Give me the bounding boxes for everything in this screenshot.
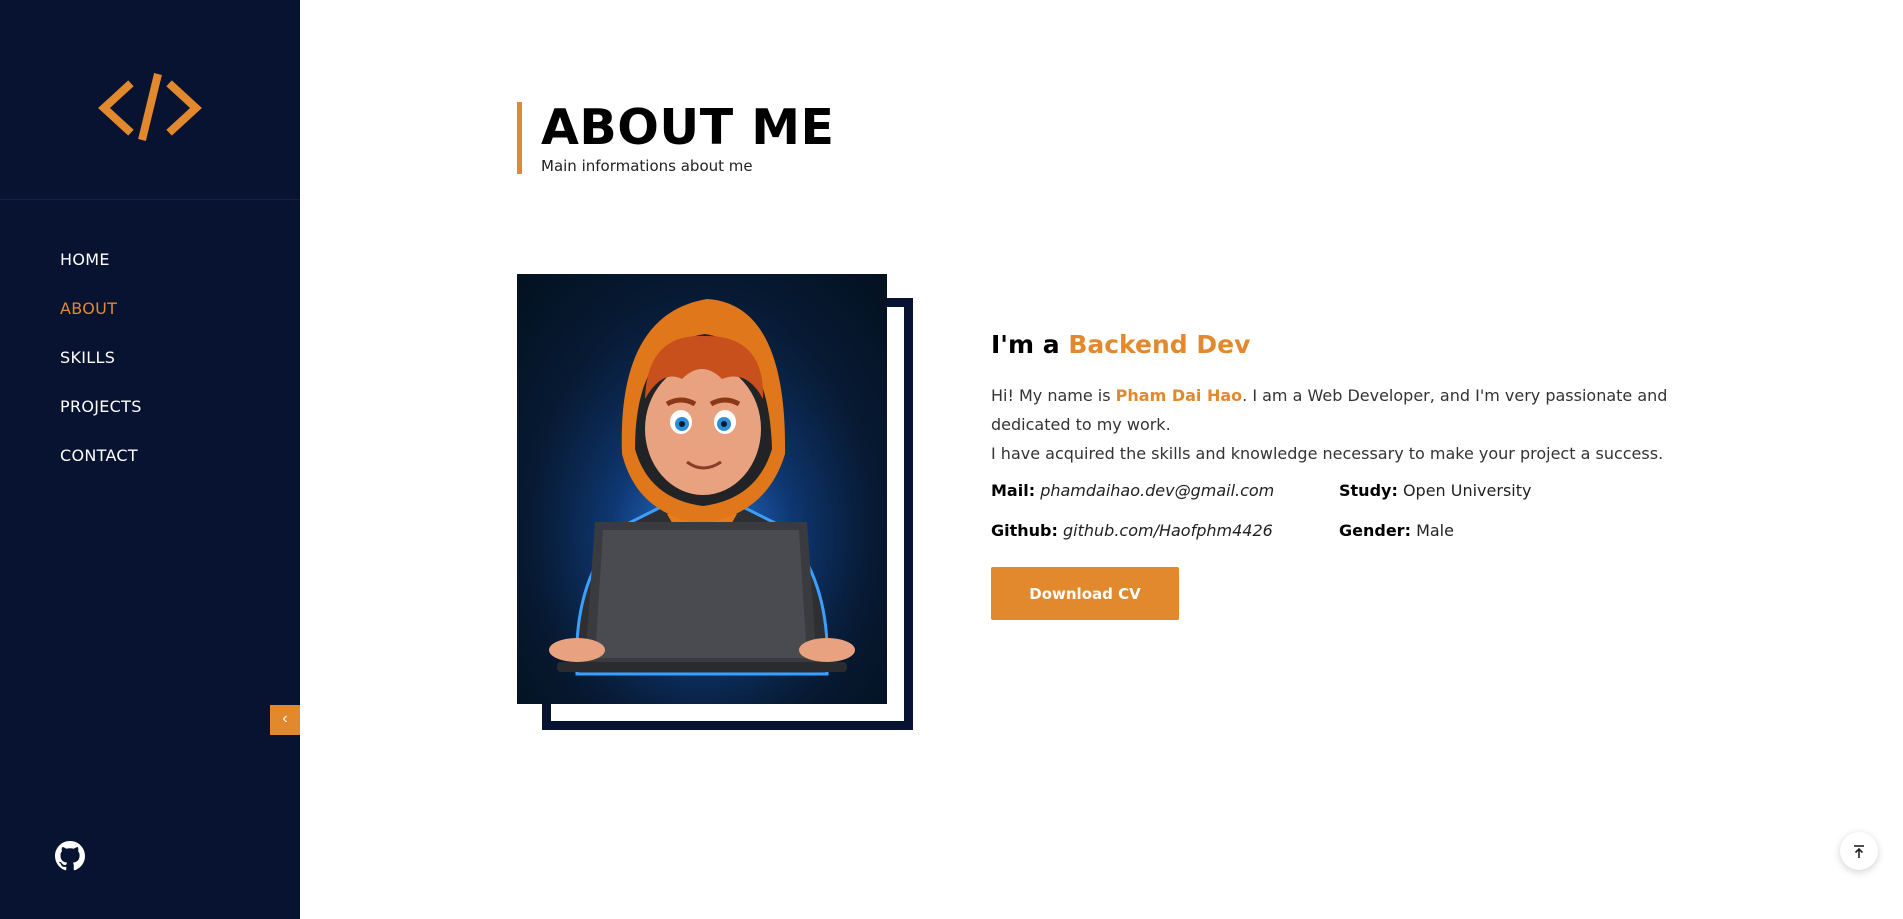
sidebar: HOME ABOUT SKILLS PROJECTS CONTACT ‹ bbox=[0, 0, 300, 919]
bio-paragraph: Hi! My name is Pham Dai Hao. I am a Web … bbox=[991, 381, 1671, 468]
github-value[interactable]: github.com/Haofphm4426 bbox=[1063, 521, 1273, 540]
nav-item-projects[interactable]: PROJECTS bbox=[60, 397, 142, 446]
detail-github: Github: github.com/Haofphm4426 bbox=[991, 521, 1339, 544]
main-nav: HOME ABOUT SKILLS PROJECTS CONTACT bbox=[60, 250, 142, 495]
detail-key: Gender: bbox=[1339, 521, 1411, 540]
detail-study: Study: Open University bbox=[1339, 481, 1639, 504]
code-brackets-icon[interactable] bbox=[98, 72, 202, 142]
about-info: I'm a Backend Dev Hi! My name is Pham Da… bbox=[991, 330, 1671, 620]
bio-skills: I have acquired the skills and knowledge… bbox=[991, 444, 1664, 463]
section-header: ABOUT ME Main informations about me bbox=[517, 99, 835, 175]
nav-item-about[interactable]: ABOUT bbox=[60, 299, 142, 348]
github-icon[interactable] bbox=[55, 841, 85, 871]
sidebar-collapse-button[interactable]: ‹ bbox=[270, 705, 300, 735]
detail-key: Study: bbox=[1339, 481, 1398, 500]
gender-value: Male bbox=[1416, 521, 1454, 540]
scroll-top-button[interactable] bbox=[1840, 832, 1878, 870]
profile-photo-wrap bbox=[517, 274, 913, 730]
role-title: Backend Dev bbox=[1068, 330, 1251, 359]
nav-item-home[interactable]: HOME bbox=[60, 250, 142, 299]
detail-mail: Mail: phamdaihao.dev@gmail.com bbox=[991, 481, 1339, 504]
study-value: Open University bbox=[1402, 481, 1532, 500]
page-title: ABOUT ME bbox=[541, 99, 835, 156]
details-grid: Mail: phamdaihao.dev@gmail.com Study: Op… bbox=[991, 481, 1671, 544]
detail-key: Github: bbox=[991, 521, 1058, 540]
role-heading: I'm a Backend Dev bbox=[991, 330, 1671, 359]
nav-item-contact[interactable]: CONTACT bbox=[60, 446, 142, 495]
download-cv-button[interactable]: Download CV bbox=[991, 567, 1179, 620]
logo-area bbox=[0, 0, 300, 200]
arrow-to-top-icon bbox=[1854, 845, 1864, 858]
mail-value[interactable]: phamdaihao.dev@gmail.com bbox=[1040, 481, 1274, 500]
role-prefix: I'm a bbox=[991, 330, 1060, 359]
bio-intro: Hi! My name is bbox=[991, 386, 1111, 405]
chevron-left-icon: ‹ bbox=[282, 710, 288, 727]
bio-name: Pham Dai Hao bbox=[1115, 386, 1243, 405]
detail-gender: Gender: Male bbox=[1339, 521, 1639, 544]
nav-item-skills[interactable]: SKILLS bbox=[60, 348, 142, 397]
page-subtitle: Main informations about me bbox=[541, 157, 753, 175]
detail-key: Mail: bbox=[991, 481, 1036, 500]
profile-photo bbox=[517, 274, 887, 704]
